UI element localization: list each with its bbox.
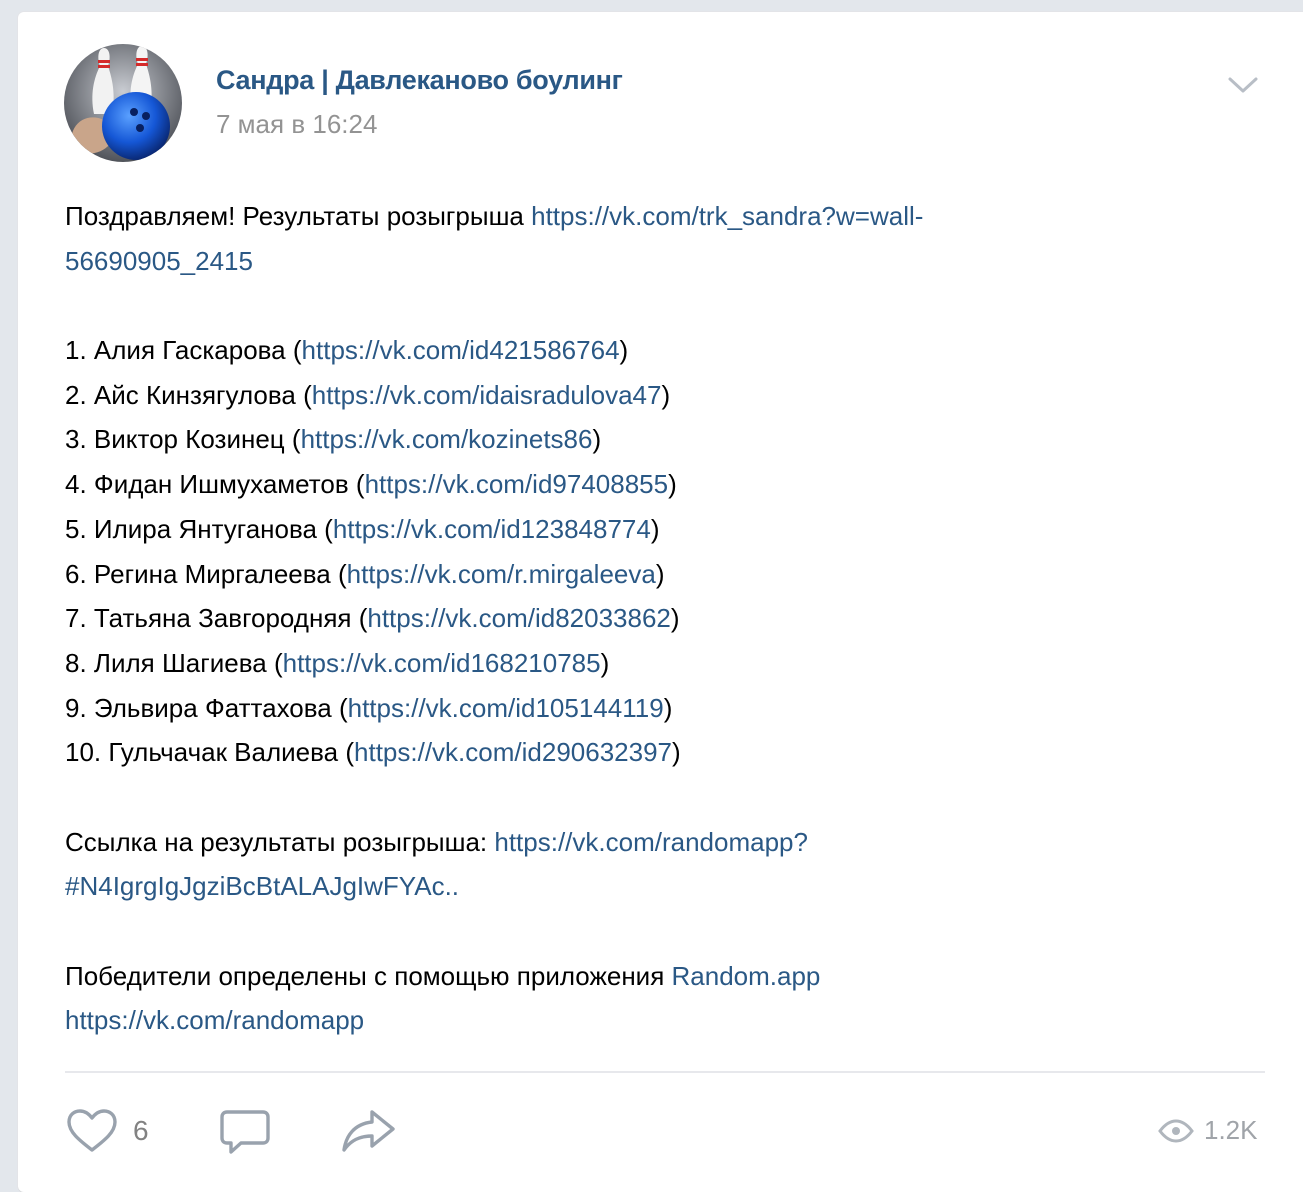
winner-number: 8. (65, 647, 87, 678)
winner-number: 5. (65, 513, 87, 544)
winner-profile-link[interactable]: https://vk.com/id97408855 (365, 469, 669, 499)
winner-profile-link[interactable]: https://vk.com/id168210785 (283, 648, 601, 678)
winner-name: Татьяна Завгородняя (93, 603, 352, 634)
results-text: Ссылка на результаты розыгрыша: (65, 826, 495, 857)
winner-profile-link[interactable]: https://vk.com/r.mirgaleeva (347, 559, 656, 589)
bowling-avatar-image (64, 44, 182, 162)
post-card: Сандра | Давлеканово боулинг 7 мая в 16:… (18, 12, 1303, 1192)
chevron-down-icon[interactable] (1226, 74, 1260, 96)
winner-profile-link[interactable]: https://vk.com/id105144119 (348, 693, 664, 723)
results-line: Ссылка на результаты розыгрыша: https://… (65, 820, 1255, 865)
winner-row: 8. Лиля Шагиева (https://vk.com/id168210… (65, 647, 610, 678)
intro-text: Поздравляем! Результаты розыгрыша (65, 201, 532, 231)
results-link[interactable]: https://vk.com/randomapp? (494, 827, 808, 857)
winner-name: Эльвира Фаттахова (93, 692, 332, 723)
intro-line: Поздравляем! Результаты розыгрыша https:… (65, 194, 1255, 239)
winner-row: 10. Гульчачак Валиева (https://vk.com/id… (65, 737, 681, 768)
share-icon (342, 1110, 395, 1152)
post-date-link[interactable]: 7 мая в 16:24 (216, 109, 377, 140)
winner-number: 6. (65, 558, 87, 589)
winner-row: 2. Айс Кинзягулова (https://vk.com/idais… (65, 379, 671, 410)
winner-row: 5. Илира Янтуганова (https://vk.com/id12… (65, 513, 660, 544)
post-author-link[interactable]: Сандра | Давлеканово боулинг (216, 65, 623, 96)
comment-icon (220, 1110, 270, 1154)
winner-row: 1. Алия Гаскарова (https://vk.com/id4215… (65, 335, 629, 366)
winner-name: Регина Миргалеева (93, 558, 331, 589)
winners-method-text: Победители определены с помощью приложен… (65, 960, 672, 991)
winner-row: 9. Эльвира Фаттахова (https://vk.com/id1… (65, 692, 673, 723)
author-avatar[interactable] (64, 44, 182, 162)
eye-icon (1158, 1118, 1194, 1143)
winner-number: 9. (65, 692, 87, 723)
winner-name: Алия Гаскарова (93, 335, 286, 366)
winner-number: 7. (65, 603, 87, 634)
winners-method-line: Победители определены с помощью приложен… (65, 954, 1255, 999)
winner-number: 2. (65, 379, 87, 410)
like-count: 6 (133, 1115, 149, 1146)
winner-profile-link[interactable]: https://vk.com/id82033862 (367, 603, 671, 633)
winner-profile-link[interactable]: https://vk.com/id290632397 (354, 737, 672, 767)
winner-name: Илира Янтуганова (93, 513, 317, 544)
random-app-link[interactable]: Random.app (672, 961, 821, 991)
winner-profile-link[interactable]: https://vk.com/idaisradulova47 (312, 380, 662, 410)
winner-row: 4. Фидан Ишмухаметов (https://vk.com/id9… (65, 469, 677, 500)
post-text: Поздравляем! Результаты розыгрыша https:… (65, 194, 1255, 1043)
winner-name: Лиля Шагиева (93, 647, 267, 678)
giveaway-link[interactable]: https://vk.com/trk_sandra?w=wall- (531, 201, 923, 231)
winner-name: Айс Кинзягулова (93, 379, 296, 410)
winner-profile-link[interactable]: https://vk.com/kozinets86 (301, 424, 593, 454)
giveaway-link-cont[interactable]: 56690905_2415 (65, 246, 253, 276)
views-counter: 1.2K (1158, 1115, 1258, 1146)
winner-number: 3. (65, 424, 87, 455)
winner-row: 3. Виктор Козинец (https://vk.com/kozine… (65, 424, 602, 455)
comment-button[interactable] (219, 1108, 271, 1156)
footer-divider (65, 1071, 1265, 1073)
winner-number: 10. (65, 737, 102, 768)
winner-row: 6. Регина Миргалеева (https://vk.com/r.m… (65, 558, 665, 589)
winner-number: 1. (65, 335, 87, 366)
winner-row: 7. Татьяна Завгородняя (https://vk.com/i… (65, 603, 680, 634)
randomapp-url-line: https://vk.com/randomapp (65, 998, 1255, 1043)
winner-name: Фидан Ишмухаметов (93, 469, 349, 500)
winner-number: 4. (65, 469, 87, 500)
winner-name: Виктор Козинец (93, 424, 285, 455)
intro-line-cont: 56690905_2415 (65, 239, 1255, 284)
winner-name: Гульчачак Валиева (108, 737, 339, 768)
results-link-cont[interactable]: #N4IgrgIgJgziBcBtALAJgIwFYAc.. (65, 871, 459, 901)
heart-icon (67, 1109, 117, 1152)
randomapp-url-link[interactable]: https://vk.com/randomapp (65, 1005, 364, 1035)
winner-profile-link[interactable]: https://vk.com/id421586764 (302, 335, 620, 365)
views-count: 1.2K (1204, 1115, 1258, 1145)
results-line-cont: #N4IgrgIgJgziBcBtALAJgIwFYAc.. (65, 864, 1255, 909)
like-button[interactable]: 6 (65, 1108, 149, 1154)
winner-profile-link[interactable]: https://vk.com/id123848774 (333, 514, 651, 544)
share-button[interactable] (340, 1108, 396, 1154)
winners-list: 1. Алия Гаскарова (https://vk.com/id4215… (65, 328, 1255, 775)
